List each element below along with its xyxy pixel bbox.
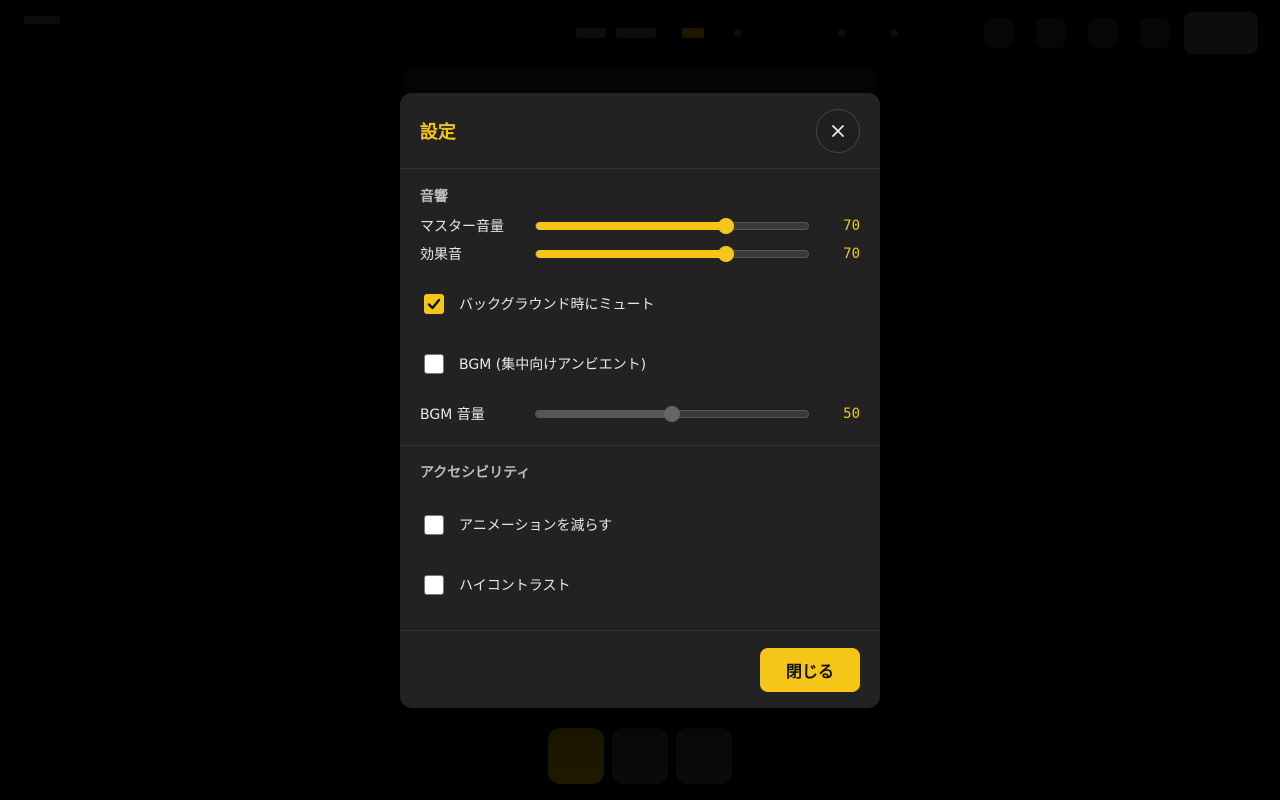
top-bar-cta — [1184, 12, 1258, 54]
reduce-motion-label: アニメーションを減らす — [459, 518, 613, 534]
sfx-volume-value: 70 — [843, 246, 860, 262]
slider-fill — [536, 222, 727, 230]
slider-thumb[interactable] — [718, 218, 735, 234]
slider-fill — [536, 250, 727, 258]
top-bar-button — [1088, 18, 1118, 48]
settings-modal: 設定 音響 マスター音量 70 効果音 70 バックグラウンド時にミュート BG… — [400, 93, 880, 708]
bgm-volume-label: BGM 音量 — [420, 407, 485, 423]
close-icon — [832, 124, 844, 137]
high-contrast-checkbox[interactable] — [424, 575, 444, 595]
slider-thumb[interactable] — [718, 246, 735, 262]
section-title-audio: 音響 — [420, 189, 448, 205]
mute-background-checkbox[interactable] — [424, 294, 444, 314]
master-volume-label: マスター音量 — [420, 219, 504, 235]
dot-icon — [838, 29, 846, 37]
bgm-label: BGM (集中向けアンビエント) — [459, 357, 647, 373]
section-title-accessibility: アクセシビリティ — [420, 465, 531, 481]
modal-footer: 閉じる — [400, 632, 880, 708]
top-bar — [0, 0, 1280, 66]
master-volume-value: 70 — [843, 218, 860, 234]
sfx-volume-label: 効果音 — [420, 247, 462, 263]
top-bar-button — [1140, 18, 1170, 48]
reset-control — [676, 728, 732, 784]
bgm-volume-row: BGM 音量 50 — [420, 400, 860, 428]
top-bar-button — [1036, 18, 1066, 48]
dot-icon — [890, 29, 898, 37]
stat-placeholder — [576, 28, 606, 38]
close-button[interactable] — [816, 108, 860, 153]
modal-title: 設定 — [420, 121, 456, 143]
bgm-checkbox[interactable] — [424, 354, 444, 374]
sfx-volume-slider[interactable] — [535, 246, 809, 262]
high-contrast-row: ハイコントラスト — [420, 555, 860, 615]
mute-background-row: バックグラウンド時にミュート — [420, 274, 860, 334]
bgm-row: BGM (集中向けアンビエント) — [420, 334, 860, 394]
modal-header: 設定 — [400, 93, 880, 169]
stat-placeholder — [682, 28, 704, 38]
bgm-volume-value: 50 — [843, 406, 860, 422]
audio-section: 音響 マスター音量 70 効果音 70 バックグラウンド時にミュート BGM (… — [400, 169, 880, 446]
mute-background-label: バックグラウンド時にミュート — [459, 297, 655, 313]
stop-control — [612, 728, 668, 784]
play-control — [548, 728, 604, 784]
slider-fill — [536, 410, 672, 418]
reduce-motion-checkbox[interactable] — [424, 515, 444, 535]
sfx-volume-row: 効果音 70 — [420, 240, 860, 268]
reduce-motion-row: アニメーションを減らす — [420, 495, 860, 555]
top-bar-button — [984, 18, 1014, 48]
dot-icon — [734, 29, 742, 37]
high-contrast-label: ハイコントラスト — [459, 578, 571, 594]
stat-placeholder — [616, 28, 656, 38]
accessibility-section: アクセシビリティ アニメーションを減らす ハイコントラスト — [400, 446, 880, 631]
close-dialog-button[interactable]: 閉じる — [760, 648, 860, 692]
bgm-volume-slider[interactable] — [535, 406, 809, 422]
master-volume-row: マスター音量 70 — [420, 212, 860, 240]
master-volume-slider[interactable] — [535, 218, 809, 234]
check-icon — [427, 298, 441, 310]
slider-thumb[interactable] — [664, 406, 680, 422]
